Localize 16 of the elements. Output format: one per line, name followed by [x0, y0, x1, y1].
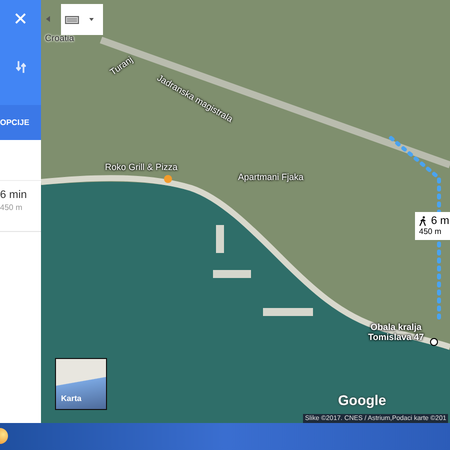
- place-label[interactable]: Apartmani Fjaka: [238, 172, 304, 182]
- close-icon[interactable]: [15, 13, 26, 24]
- map-logo: Google: [338, 392, 386, 408]
- place-label[interactable]: Roko Grill & Pizza: [105, 162, 178, 172]
- caret-icon: [89, 18, 94, 21]
- route-time-bubble[interactable]: 6 m 450 m: [415, 212, 450, 240]
- options-button[interactable]: OPCIJE: [0, 105, 41, 140]
- place-label[interactable]: Croatia: [45, 33, 74, 43]
- map-view-toggle[interactable]: Karta: [55, 358, 107, 410]
- walk-distance: 450 m: [419, 227, 442, 236]
- walk-duration: 6 m: [431, 215, 450, 227]
- walking-person-icon: [419, 216, 427, 226]
- swap-icon[interactable]: [16, 60, 26, 74]
- keyboard-icon: [65, 16, 79, 24]
- collapse-arrow-icon[interactable]: [46, 16, 50, 22]
- layers-control[interactable]: [61, 4, 103, 35]
